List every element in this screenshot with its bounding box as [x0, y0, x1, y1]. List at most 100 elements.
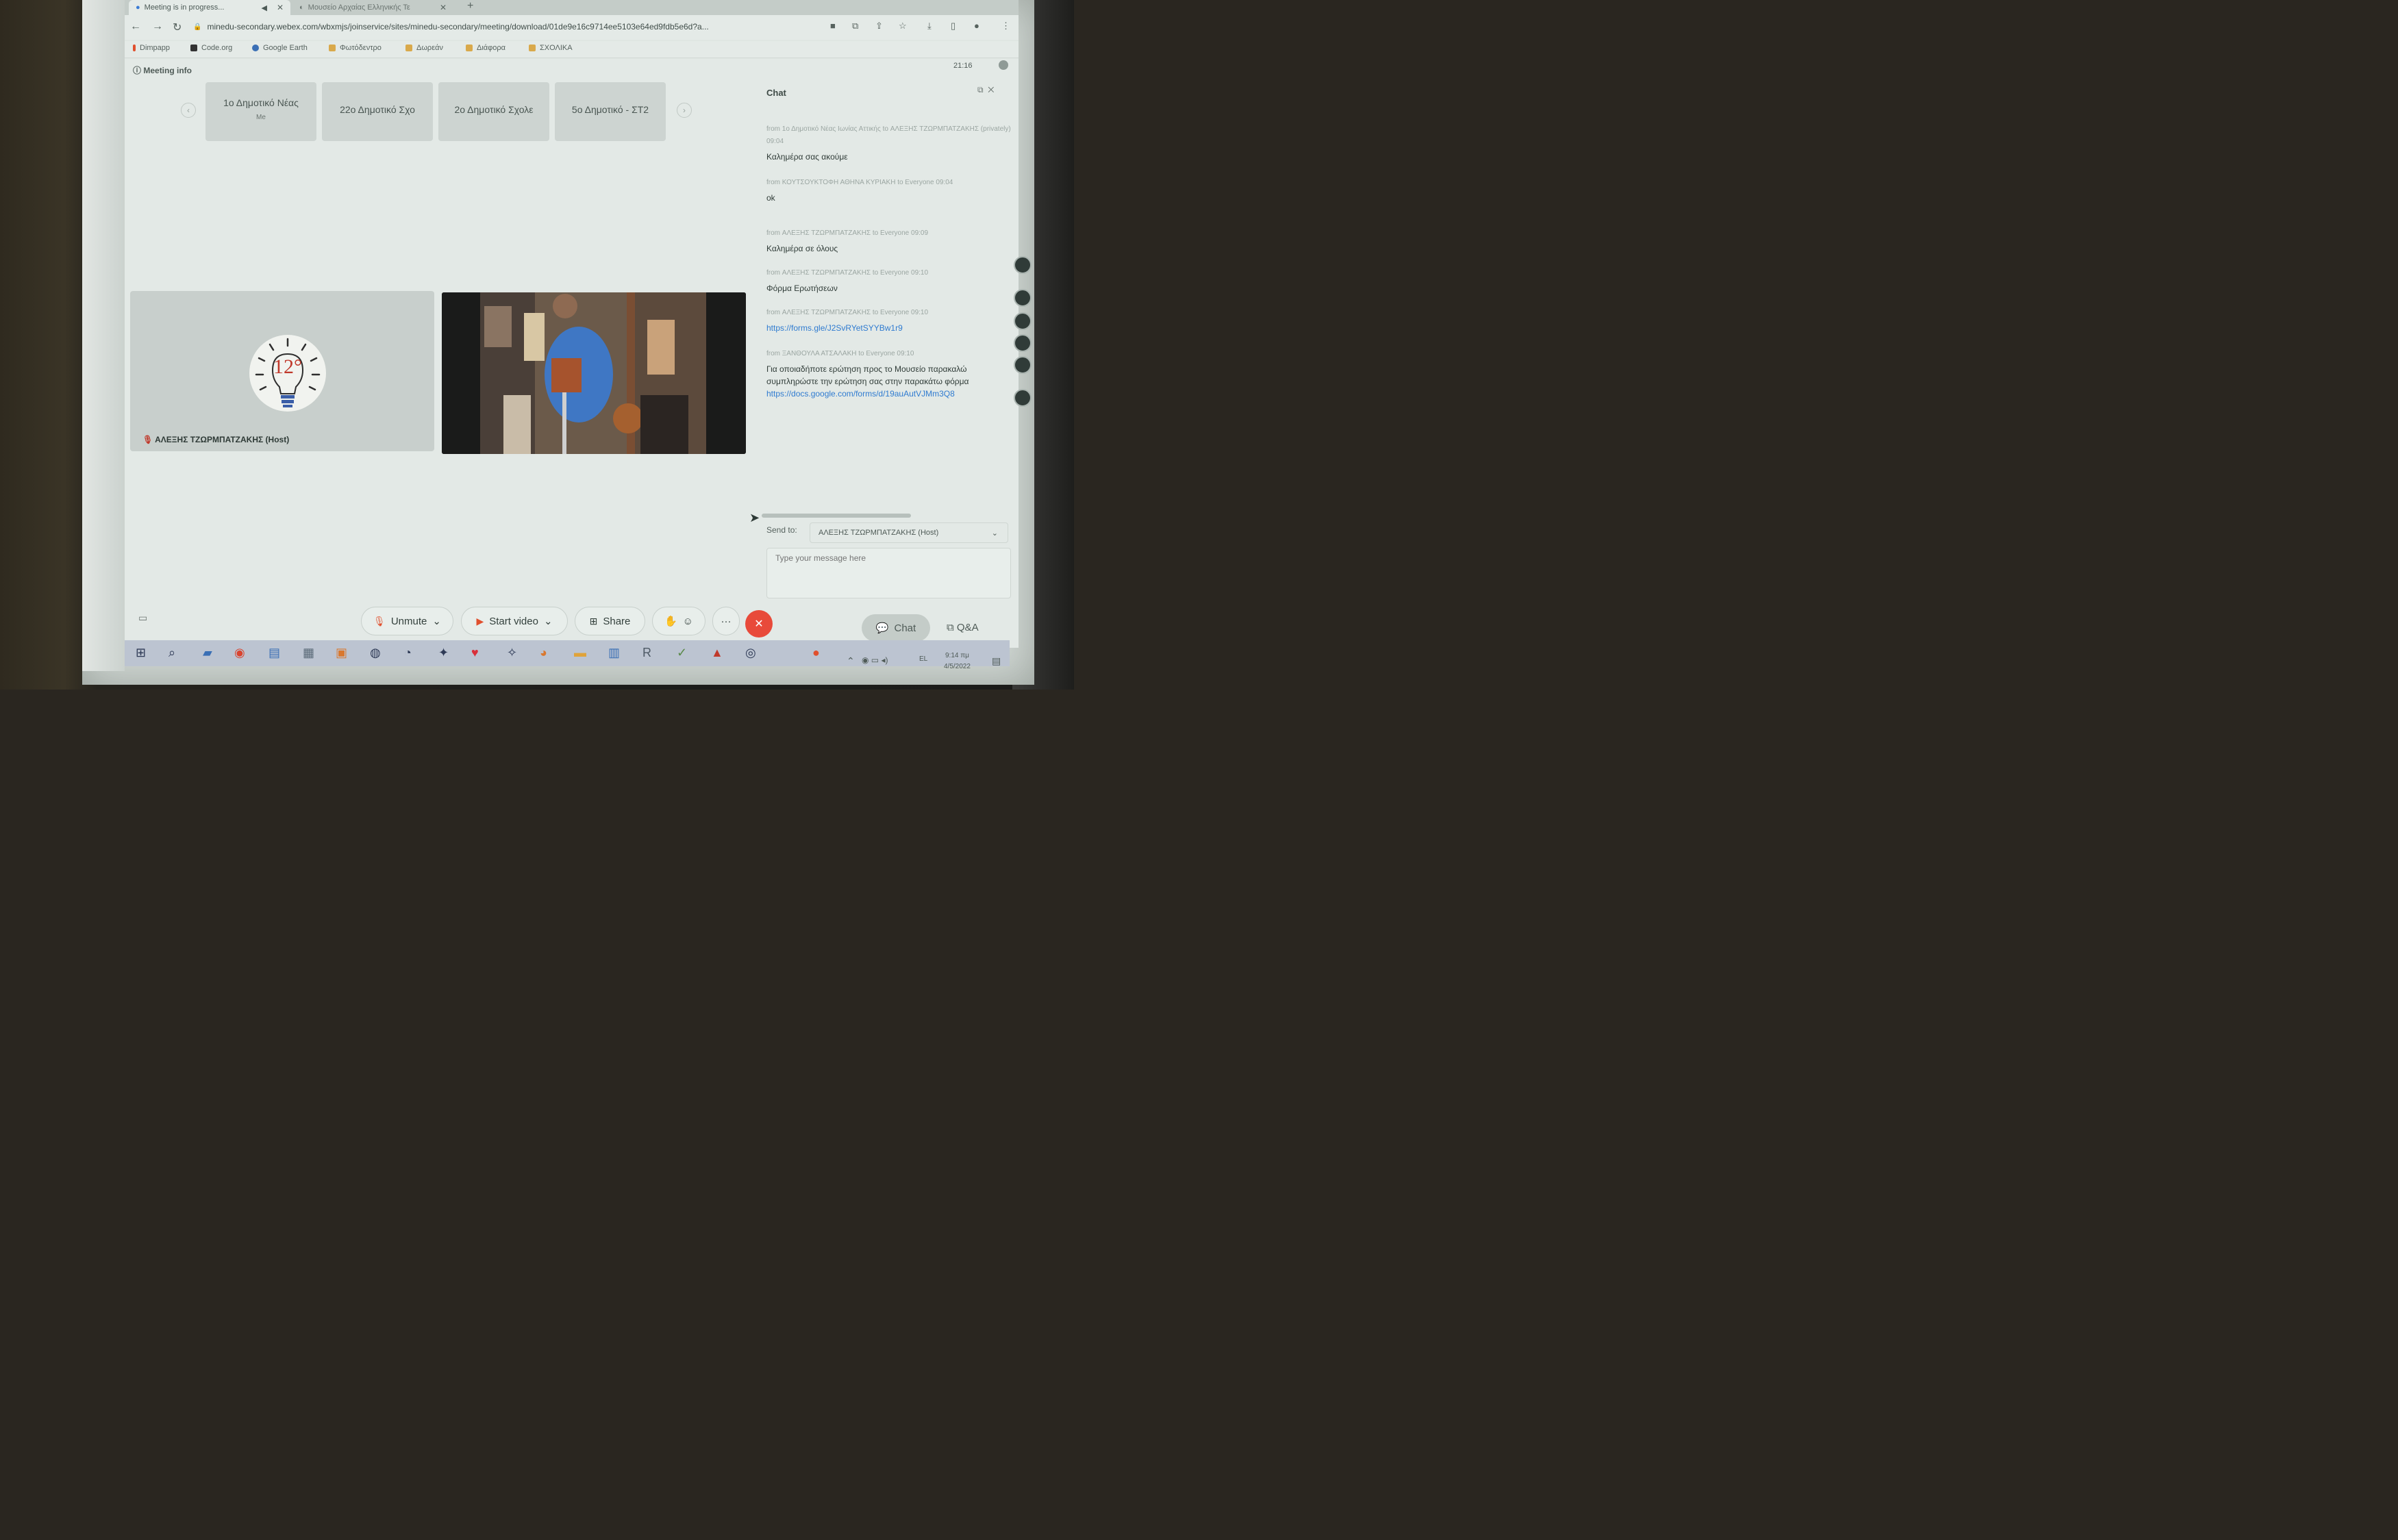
video-frame-image: [442, 292, 746, 454]
screen-margin: [82, 0, 125, 671]
close-tab-icon[interactable]: ✕: [440, 3, 447, 12]
screen-tool-icon[interactable]: [1014, 289, 1032, 307]
captions-icon[interactable]: ▭: [138, 612, 147, 624]
chat-message: from ΑΛΕΞΗΣ ΤΖΩΡΜΠΑΤΖΑΚΗΣ to Everyone 09…: [766, 269, 929, 293]
bookmark-icon: [133, 45, 136, 51]
profile-icon[interactable]: ●: [974, 21, 979, 31]
tray-icons[interactable]: ◉ ▭ ◂): [862, 655, 888, 665]
leave-meeting-button[interactable]: ✕: [745, 610, 773, 638]
chrome-icon[interactable]: ◉: [234, 646, 245, 660]
host-tile-name: 🎙 ΑΛΕΞΗΣ ΤΖΩΡΜΠΑΤΖΑΚΗΣ (Host): [142, 435, 290, 444]
app-icon[interactable]: ✓: [677, 646, 687, 660]
share-page-icon[interactable]: ⇪: [875, 21, 883, 31]
share-button[interactable]: ⊞ Share: [575, 607, 645, 635]
language-indicator[interactable]: EL: [919, 655, 927, 663]
bookmark-folder-dorean[interactable]: Δωρεάν: [405, 44, 443, 52]
chat-toggle-button[interactable]: 💬 Chat: [862, 614, 930, 642]
more-options-button[interactable]: ···: [712, 607, 740, 635]
chat-message-input[interactable]: [774, 553, 1003, 564]
chat-bubble-icon: 💬: [875, 622, 889, 634]
screen-tool-icon[interactable]: [1014, 389, 1032, 407]
tab-bar: ● Meeting is in progress... ◀ ✕ ◐ Μουσεί…: [125, 0, 1019, 15]
translate-icon[interactable]: ⧉: [852, 21, 858, 31]
app-icon[interactable]: R: [642, 646, 651, 660]
side-panel-icon[interactable]: ▯: [951, 21, 956, 31]
tray-expand-icon[interactable]: ⌃: [847, 655, 855, 667]
video-off-icon: ▶: [476, 615, 484, 627]
popout-icon[interactable]: ⧉: [977, 85, 984, 94]
reload-icon[interactable]: ↻: [173, 21, 182, 34]
file-explorer-icon[interactable]: ▤: [268, 646, 280, 660]
host-video-tile[interactable]: 12° 🎙 ΑΛΕΞΗΣ ΤΖΩΡΜΠΑΤΖΑΚΗΣ (Host): [130, 291, 434, 451]
close-icon[interactable]: ✕: [988, 85, 994, 94]
app-icon[interactable]: ◕: [540, 646, 547, 660]
notifications-icon[interactable]: ▤: [992, 655, 1001, 667]
bookmark-folder-diafora[interactable]: Διάφορα: [466, 44, 505, 52]
app-icon[interactable]: ▥: [608, 646, 620, 660]
raise-hand-icon[interactable]: ✋: [664, 615, 677, 627]
layout-settings-icon[interactable]: [999, 60, 1008, 70]
close-tab-icon[interactable]: ✕: [277, 3, 284, 12]
folder-icon: [466, 45, 473, 51]
app-icon[interactable]: ✧: [507, 646, 517, 660]
screen-tool-icon[interactable]: [1014, 356, 1032, 374]
reactions-group[interactable]: ✋ ☺: [652, 607, 705, 635]
app-icon[interactable]: ✦: [438, 646, 449, 660]
bookmark-folder-fotodentro[interactable]: Φωτόδεντρο: [329, 44, 382, 52]
task-view-icon[interactable]: ▰: [203, 646, 212, 660]
app-icon[interactable]: ◎: [745, 646, 756, 660]
close-icon: ✕: [754, 618, 764, 630]
bookmark-codeorg[interactable]: Code.org: [190, 44, 232, 52]
windows-start-icon[interactable]: ⊞: [136, 646, 146, 660]
museum-icon: ◐: [299, 3, 304, 12]
unmute-button[interactable]: 🎙 Unmute ⌄: [361, 607, 453, 635]
app-icon[interactable]: ▣: [336, 646, 347, 660]
camera-icon[interactable]: ■: [830, 21, 836, 31]
tab-meeting[interactable]: ● Meeting is in progress... ◀ ✕: [129, 0, 290, 15]
screen-tool-icon[interactable]: [1014, 334, 1032, 352]
participant-thumb[interactable]: 5ο Δημοτικό - ΣΤ2: [555, 82, 666, 141]
menu-icon[interactable]: ⋮: [1001, 21, 1010, 31]
chat-link[interactable]: https://forms.gle/J2SvRYetSYYBw1r9: [766, 322, 1013, 334]
participant-thumb[interactable]: 1ο Δημοτικό Νέας Me: [205, 82, 316, 141]
strip-prev-icon[interactable]: ‹: [181, 103, 196, 118]
notification-app-icon[interactable]: ●: [812, 646, 820, 660]
app-icon[interactable]: ◍: [370, 646, 381, 660]
browser-window: ● Meeting is in progress... ◀ ✕ ◐ Μουσεί…: [125, 0, 1019, 648]
emoji-icon[interactable]: ☺: [683, 616, 693, 627]
start-video-button[interactable]: ▶ Start video ⌄: [461, 607, 568, 635]
participant-thumb[interactable]: 2ο Δημοτικό Σχολε: [438, 82, 549, 141]
strip-next-icon[interactable]: ›: [677, 103, 692, 118]
app-icon[interactable]: ▬: [574, 646, 586, 660]
chat-link[interactable]: https://docs.google.com/forms/d/19auAutV…: [766, 388, 1013, 400]
chat-scrollbar[interactable]: [762, 514, 911, 518]
qa-button[interactable]: ⧉ Q&A: [947, 622, 979, 633]
search-icon[interactable]: ⌕: [168, 646, 175, 660]
bookmark-dimpapp[interactable]: Dimpapp: [133, 44, 170, 52]
chat-message: from ΞΑΝΘΟΥΛΑ ΑΤΣΑΛΑΚΗ to Everyone 09:10…: [766, 348, 1013, 400]
screen-tool-icon[interactable]: [1014, 312, 1032, 330]
forward-icon[interactable]: →: [152, 21, 163, 33]
bookmark-star-icon[interactable]: ☆: [899, 21, 907, 31]
participant-thumb[interactable]: 22ο Δημοτικό Σχο: [322, 82, 433, 141]
chevron-down-icon: ⌄: [991, 529, 998, 538]
send-to-select[interactable]: ΑΛΕΞΗΣ ΤΖΩΡΜΠΑΤΖΑΚΗΣ (Host) ⌄: [810, 522, 1008, 543]
bookmark-folder-sxolika[interactable]: ΣΧΟΛΙΚΑ: [529, 44, 573, 52]
back-icon[interactable]: ←: [130, 21, 141, 33]
app-icon[interactable]: ▦: [303, 646, 314, 660]
send-to-label: Send to:: [766, 525, 797, 535]
new-tab-button[interactable]: +: [467, 0, 473, 12]
chat-message: from ΑΛΕΞΗΣ ΤΖΩΡΜΠΑΤΖΑΚΗΣ to Everyone 09…: [766, 307, 1013, 334]
download-icon[interactable]: ⤓: [927, 21, 932, 31]
museum-video-feed[interactable]: [442, 292, 746, 454]
heart-app-icon[interactable]: ♥: [471, 646, 479, 660]
url-bar[interactable]: 🔒 minedu-secondary.webex.com/wbxmjs/join…: [193, 19, 810, 34]
bookmark-google-earth[interactable]: Google Earth: [252, 44, 308, 52]
tab-museum[interactable]: ◐ Μουσείο Αρχαίας Ελληνικής Τε ✕: [292, 0, 453, 15]
muted-mic-icon: 🎙: [142, 435, 153, 444]
app-icon[interactable]: ▲: [711, 646, 723, 660]
app-icon[interactable]: ◔: [404, 646, 412, 660]
chat-message-box: [766, 548, 1011, 598]
screen-tool-icon[interactable]: [1014, 256, 1032, 274]
meeting-info-button[interactable]: ⓘ Meeting info: [133, 64, 192, 76]
